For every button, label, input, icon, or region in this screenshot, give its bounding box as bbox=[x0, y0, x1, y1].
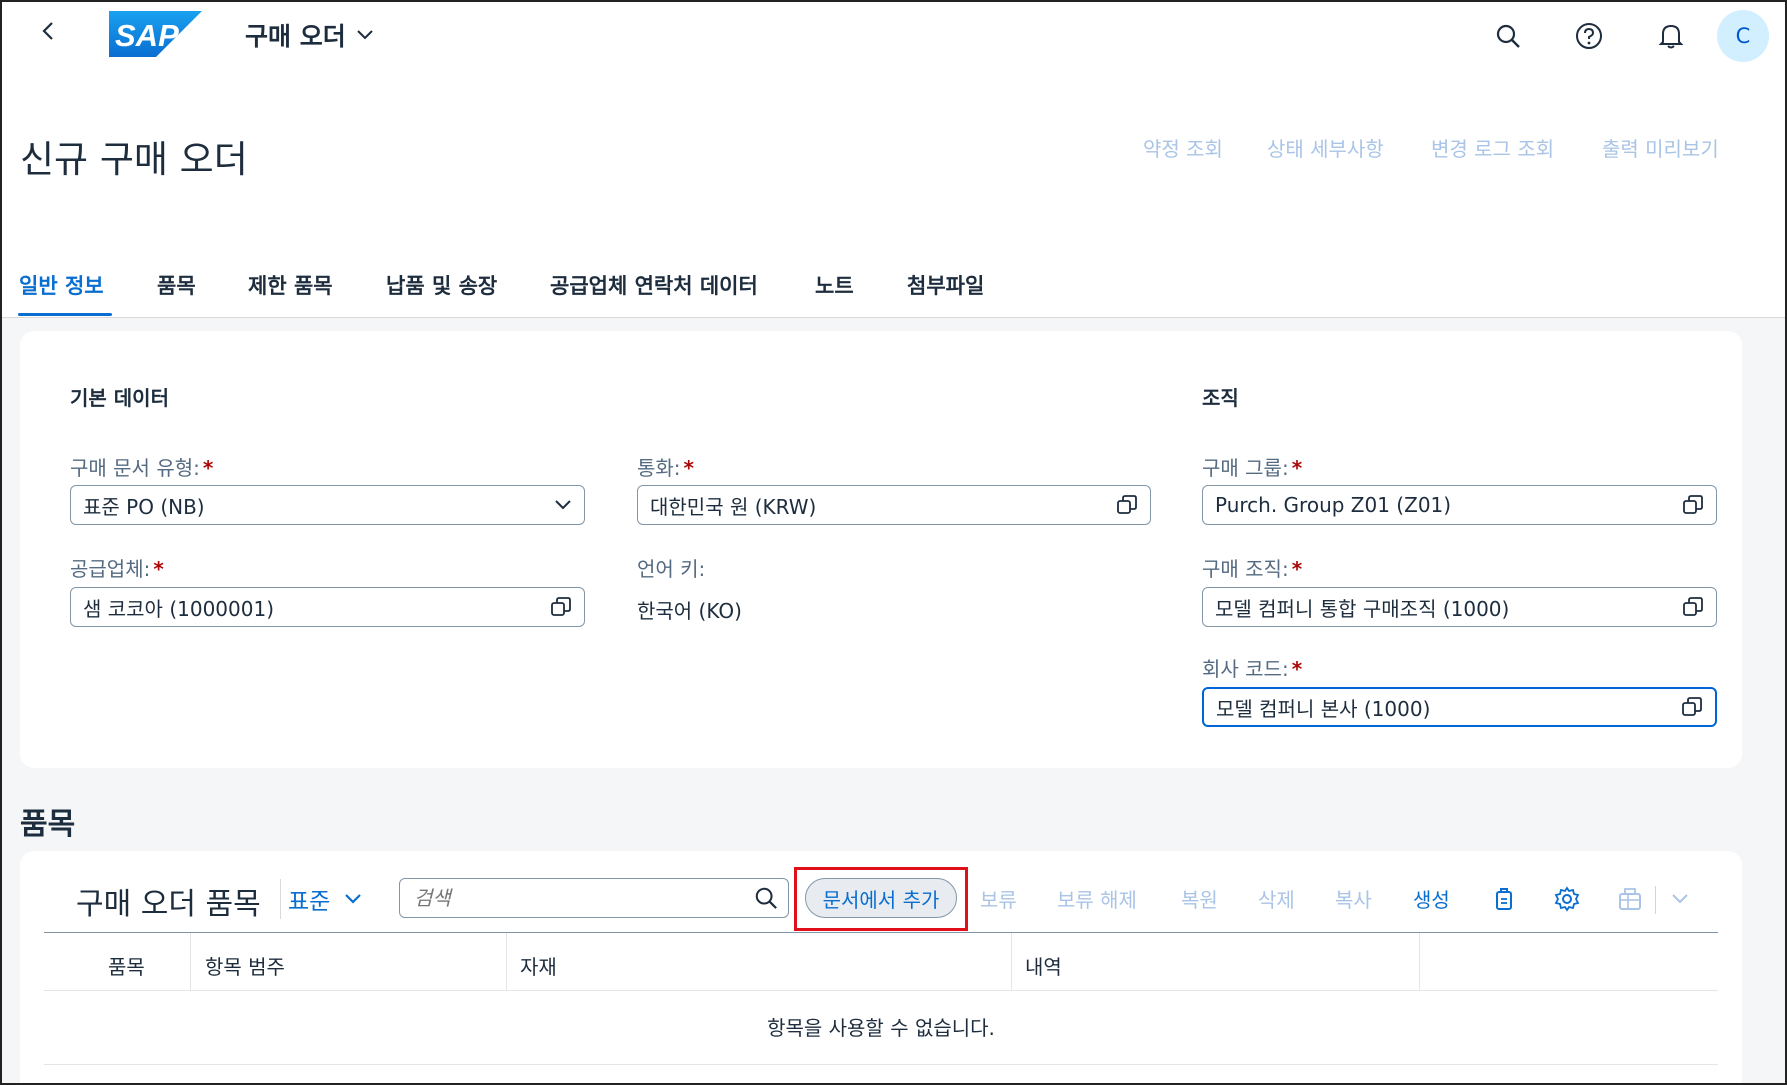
print-preview-link[interactable]: 출력 미리보기 bbox=[1602, 133, 1719, 162]
items-search-field[interactable] bbox=[399, 878, 789, 918]
table-bottom-border bbox=[44, 1064, 1718, 1065]
change-log-link[interactable]: 변경 로그 조회 bbox=[1431, 133, 1554, 162]
search-button[interactable] bbox=[1490, 18, 1526, 54]
value-help-icon[interactable] bbox=[1116, 494, 1138, 516]
language-label: 언어 키: bbox=[637, 557, 706, 581]
required-marker: * bbox=[202, 456, 214, 480]
active-tab-indicator bbox=[18, 313, 112, 316]
value-help-icon[interactable] bbox=[1682, 596, 1704, 618]
required-marker: * bbox=[153, 557, 164, 581]
chevron-down-icon bbox=[357, 30, 373, 40]
language-value: 한국어 (KO) bbox=[637, 599, 742, 623]
settings-button[interactable] bbox=[1550, 882, 1584, 916]
purch-group-label: 구매 그룹: * bbox=[1202, 456, 1303, 480]
app-title-menu[interactable]: 구매 오더 bbox=[245, 16, 374, 54]
sap-logo: SAP bbox=[109, 11, 202, 57]
company-code-input[interactable]: 모델 컴퍼니 본사 (1000) bbox=[1202, 687, 1717, 727]
required-marker: * bbox=[1291, 456, 1303, 480]
purch-group-value: Purch. Group Z01 (Z01) bbox=[1215, 493, 1452, 517]
no-data-message: 항목을 사용할 수 없습니다. bbox=[767, 1016, 995, 1040]
supplier-label: 공급업체: * bbox=[70, 557, 164, 581]
column-divider bbox=[1419, 933, 1420, 991]
avatar-initial: C bbox=[1735, 24, 1751, 48]
items-table-header bbox=[44, 932, 1718, 991]
items-section-title: 품목 bbox=[20, 807, 76, 842]
chevron-down-icon bbox=[555, 500, 571, 510]
items-search-input[interactable] bbox=[414, 886, 734, 910]
page-title: 신규 구매 오더 bbox=[20, 138, 248, 181]
required-marker: * bbox=[1291, 657, 1303, 681]
bell-icon bbox=[1658, 24, 1684, 49]
search-icon[interactable] bbox=[754, 886, 778, 910]
paste-button[interactable] bbox=[1487, 882, 1521, 916]
variant-selector[interactable]: 표준 bbox=[288, 882, 362, 916]
paste-icon bbox=[1496, 888, 1512, 910]
value-help-icon[interactable] bbox=[1681, 696, 1703, 718]
doc-type-value: 표준 PO (NB) bbox=[83, 494, 205, 519]
add-from-document-button[interactable]: 문서에서 추가 bbox=[805, 878, 957, 918]
column-header-material[interactable]: 자재 bbox=[520, 951, 557, 980]
help-button[interactable] bbox=[1571, 18, 1607, 54]
required-marker: * bbox=[1291, 557, 1303, 581]
back-button[interactable] bbox=[40, 20, 58, 46]
delete-button[interactable]: 삭제 bbox=[1258, 884, 1295, 913]
view-commitments-link[interactable]: 약정 조회 bbox=[1143, 133, 1223, 162]
status-details-link[interactable]: 상태 세부사항 bbox=[1267, 133, 1384, 162]
search-icon bbox=[1496, 24, 1520, 48]
column-divider bbox=[1011, 933, 1012, 991]
value-help-icon[interactable] bbox=[1682, 494, 1704, 516]
chevron-left-icon bbox=[42, 22, 53, 40]
basic-data-title: 기본 데이터 bbox=[70, 386, 169, 410]
restore-button[interactable]: 복원 bbox=[1181, 884, 1218, 913]
column-header-description[interactable]: 내역 bbox=[1025, 951, 1062, 980]
tab-items[interactable]: 품목 bbox=[157, 270, 196, 300]
tab-supplier-contact[interactable]: 공급업체 연락처 데이터 bbox=[550, 270, 758, 300]
toolbar-divider bbox=[1655, 886, 1656, 914]
purch-org-label: 구매 조직: * bbox=[1202, 557, 1303, 581]
logo-text: SAP bbox=[115, 18, 179, 53]
create-button[interactable]: 생성 bbox=[1413, 884, 1450, 913]
tab-delivery-invoice[interactable]: 납품 및 송장 bbox=[386, 270, 497, 300]
column-header-item-category[interactable]: 항목 범주 bbox=[205, 951, 285, 980]
doc-type-label: 구매 문서 유형: * bbox=[70, 456, 214, 480]
title-divider bbox=[280, 879, 281, 919]
purch-group-input[interactable]: Purch. Group Z01 (Z01) bbox=[1202, 485, 1717, 525]
supplier-input[interactable]: 샘 코코아 (1000001) bbox=[70, 587, 585, 627]
doc-type-select[interactable]: 표준 PO (NB) bbox=[70, 485, 585, 525]
currency-label: 통화: * bbox=[637, 456, 695, 480]
help-icon bbox=[1576, 23, 1602, 49]
copy-button[interactable]: 복사 bbox=[1335, 884, 1372, 913]
column-divider bbox=[506, 933, 507, 991]
purch-org-input[interactable]: 모델 컴퍼니 통합 구매조직 (1000) bbox=[1202, 587, 1717, 627]
currency-input[interactable]: 대한민국 원 (KRW) bbox=[637, 485, 1151, 525]
tab-limit-items[interactable]: 제한 품목 bbox=[248, 270, 333, 300]
column-divider bbox=[190, 933, 191, 991]
export-button[interactable] bbox=[1613, 882, 1647, 916]
chevron-down-icon bbox=[345, 894, 362, 904]
notifications-button[interactable] bbox=[1653, 18, 1689, 54]
items-table-title: 구매 오더 품목 bbox=[76, 887, 261, 922]
spreadsheet-icon bbox=[1619, 888, 1641, 910]
export-menu-button[interactable] bbox=[1663, 882, 1697, 916]
user-avatar[interactable]: C bbox=[1717, 10, 1769, 62]
column-header-item[interactable]: 품목 bbox=[108, 951, 145, 980]
tab-notes[interactable]: 노트 bbox=[815, 270, 854, 300]
supplier-value: 샘 코코아 (1000001) bbox=[83, 596, 274, 621]
company-code-value: 모델 컴퍼니 본사 (1000) bbox=[1216, 696, 1431, 721]
tab-attachments[interactable]: 첨부파일 bbox=[907, 270, 984, 300]
chevron-down-icon bbox=[1672, 894, 1688, 904]
hold-button[interactable]: 보류 bbox=[980, 884, 1017, 913]
release-hold-button[interactable]: 보류 해제 bbox=[1057, 884, 1137, 913]
value-help-icon[interactable] bbox=[550, 596, 572, 618]
company-code-label: 회사 코드: * bbox=[1202, 657, 1303, 681]
purch-org-value: 모델 컴퍼니 통합 구매조직 (1000) bbox=[1215, 596, 1510, 621]
required-marker: * bbox=[683, 456, 695, 480]
organization-title: 조직 bbox=[1202, 386, 1239, 410]
app-title: 구매 오더 bbox=[245, 22, 346, 51]
variant-label: 표준 bbox=[288, 889, 331, 915]
tab-general-info[interactable]: 일반 정보 bbox=[19, 270, 104, 300]
gear-icon bbox=[1554, 886, 1580, 912]
currency-value: 대한민국 원 (KRW) bbox=[650, 494, 817, 519]
